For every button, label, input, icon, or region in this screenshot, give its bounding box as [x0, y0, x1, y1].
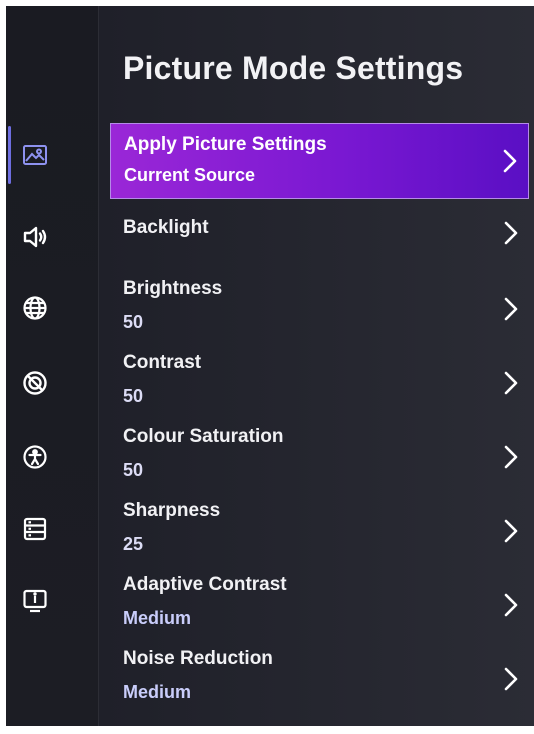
active-category-indicator	[8, 126, 11, 184]
menu-item-value: Current Source	[124, 165, 256, 185]
chevron-right-icon	[503, 518, 519, 544]
menu-item-label: Brightness	[123, 278, 223, 299]
menu-item-label: Sharpness	[123, 500, 221, 521]
menu-item-backlight[interactable]: Backlight	[110, 202, 529, 260]
chevron-right-icon	[503, 220, 519, 246]
no-disturb-icon[interactable]	[20, 368, 50, 398]
menu-item-apply-picture-settings[interactable]: Apply Picture Settings Current Source	[110, 123, 529, 199]
menu-item-brightness[interactable]: Brightness 50	[110, 270, 529, 340]
tv-settings-screen: Picture Mode Settings Apply Picture Sett…	[6, 6, 534, 726]
menu-item-value: 25	[123, 534, 144, 554]
chevron-right-icon	[502, 148, 518, 174]
menu-item-label: Adaptive Contrast	[123, 574, 287, 595]
picture-icon[interactable]	[20, 140, 50, 170]
menu-item-adaptive-contrast[interactable]: Adaptive Contrast Medium	[110, 566, 529, 636]
page-title: Picture Mode Settings	[123, 50, 464, 86]
menu-item-colour-saturation[interactable]: Colour Saturation 50	[110, 418, 529, 488]
menu-item-label: Apply Picture Settings	[124, 134, 327, 155]
menu-item-value: 50	[123, 386, 144, 406]
menu-item-contrast[interactable]: Contrast 50	[110, 344, 529, 414]
menu-item-value: 50	[123, 312, 144, 332]
chevron-right-icon	[503, 444, 519, 470]
chevron-right-icon	[503, 666, 519, 692]
network-globe-icon[interactable]	[20, 293, 50, 323]
tv-info-icon[interactable]	[20, 586, 50, 616]
system-storage-icon[interactable]	[20, 514, 50, 544]
settings-category-rail	[6, 6, 99, 726]
menu-item-value: 50	[123, 460, 144, 480]
menu-item-noise-reduction[interactable]: Noise Reduction Medium	[110, 640, 529, 710]
chevron-right-icon	[503, 592, 519, 618]
chevron-right-icon	[503, 370, 519, 396]
menu-item-value: Medium	[123, 682, 192, 702]
menu-item-label: Noise Reduction	[123, 648, 273, 669]
sound-icon[interactable]	[20, 222, 50, 252]
menu-item-label: Backlight	[123, 217, 209, 238]
accessibility-icon[interactable]	[20, 442, 50, 472]
menu-item-label: Colour Saturation	[123, 426, 284, 447]
menu-item-label: Contrast	[123, 352, 202, 373]
menu-item-sharpness[interactable]: Sharpness 25	[110, 492, 529, 562]
menu-item-value: Medium	[123, 608, 192, 628]
chevron-right-icon	[503, 296, 519, 322]
